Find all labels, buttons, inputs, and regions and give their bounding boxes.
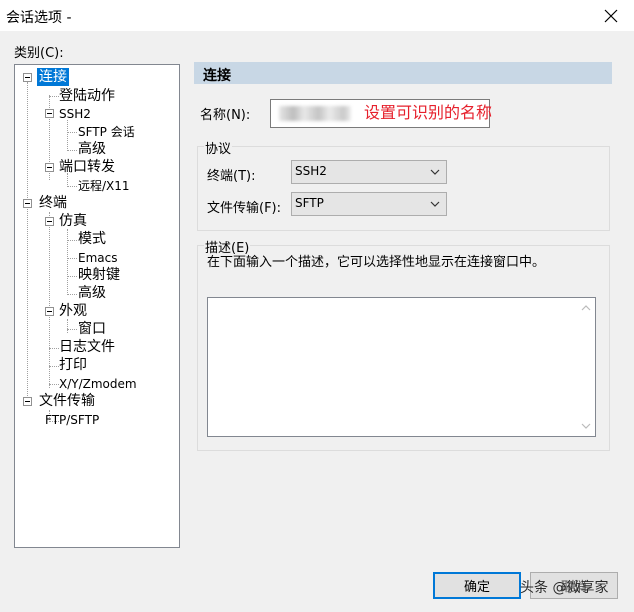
tree-item-login-actions[interactable]: 登陆动作 [59, 87, 115, 105]
tree-item-xyzmodem[interactable]: X/Y/Zmodem [59, 375, 137, 393]
terminal-label: 终端(T): [207, 169, 256, 184]
tree-item-sftp-session[interactable]: SFTP 会话 [78, 123, 135, 141]
collapse-terminal-icon[interactable] [23, 199, 32, 208]
description-hint: 在下面输入一个描述，它可以选择性地显示在连接窗口中。 [207, 255, 546, 270]
name-annotation: 设置可识别的名称 [364, 103, 493, 122]
tree-item-ssh2[interactable]: SSH2 [59, 105, 91, 123]
description-textarea[interactable] [207, 297, 596, 437]
protocol-group-title: 协议 [204, 138, 233, 157]
tree-item-file-transfer[interactable]: 文件传输 [39, 392, 95, 410]
watermark: 头条 @微享家 [520, 580, 609, 596]
ok-button[interactable]: 确定 [433, 572, 521, 599]
file-transfer-select-value: SFTP [295, 196, 324, 210]
protocol-group [197, 146, 610, 231]
section-header: 连接 [194, 62, 612, 84]
tree-item-terminal[interactable]: 终端 [39, 194, 67, 212]
collapse-connection-icon[interactable] [23, 73, 32, 82]
tree-item-log-file[interactable]: 日志文件 [59, 338, 115, 356]
tree-item-emulation[interactable]: 仿真 [59, 212, 87, 230]
scroll-up-icon[interactable] [581, 304, 591, 312]
terminal-select-value: SSH2 [295, 164, 327, 178]
name-label: 名称(N): [200, 108, 251, 123]
file-transfer-label: 文件传输(F): [207, 201, 282, 216]
file-transfer-select[interactable]: SFTP [291, 192, 447, 216]
terminal-select[interactable]: SSH2 [291, 160, 447, 184]
tree-item-modes[interactable]: 模式 [78, 230, 106, 248]
tree-item-remote-x11[interactable]: 远程/X11 [78, 177, 130, 195]
collapse-ssh2-icon[interactable] [45, 109, 54, 118]
tree-item-emacs[interactable]: Emacs [78, 249, 117, 267]
close-icon [604, 9, 618, 22]
collapse-appearance-icon[interactable] [45, 307, 54, 316]
tree-item-window[interactable]: 窗口 [78, 320, 106, 338]
tree-item-ssh2-advanced[interactable]: 高级 [78, 140, 106, 158]
tree-item-ftp-sftp[interactable]: FTP/SFTP [45, 411, 99, 429]
collapse-port-forwarding-icon[interactable] [45, 163, 54, 172]
tree-item-port-forwarding[interactable]: 端口转发 [59, 158, 115, 176]
chevron-down-icon [430, 201, 440, 207]
close-button[interactable] [588, 0, 634, 31]
tree-item-emulation-advanced[interactable]: 高级 [78, 284, 106, 302]
tree-item-printing[interactable]: 打印 [59, 356, 87, 374]
scroll-down-icon[interactable] [581, 422, 591, 430]
tree-item-appearance[interactable]: 外观 [59, 302, 87, 320]
collapse-emulation-icon[interactable] [45, 217, 54, 226]
tree-item-mapped-keys[interactable]: 映射键 [78, 266, 120, 284]
tree-item-connection[interactable]: 连接 [37, 68, 69, 86]
category-tree[interactable]: 连接 登陆动作 SSH2 SFTP 会话 高级 端口转发 远程/X11 终端 仿… [14, 64, 180, 548]
section-title: 连接 [203, 68, 231, 84]
chevron-down-icon [430, 169, 440, 175]
blurred-name-value [279, 106, 351, 121]
title-bar: 会话选项 - [0, 0, 634, 31]
window-title: 会话选项 - [6, 10, 72, 26]
category-label: 类别(C): [14, 46, 64, 61]
collapse-file-transfer-icon[interactable] [23, 397, 32, 406]
